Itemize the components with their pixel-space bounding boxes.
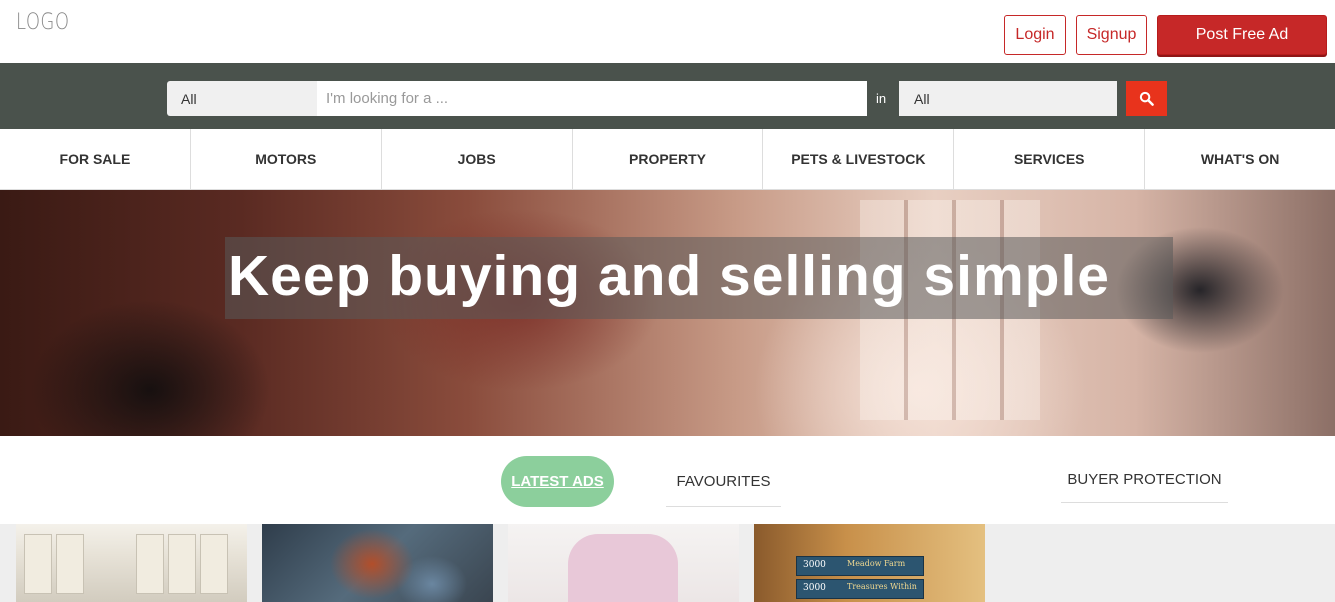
nav-item-services[interactable]: SERVICES [954, 129, 1146, 189]
category-select[interactable]: All [167, 81, 317, 116]
tab-latest-ads[interactable]: LATEST ADS [501, 456, 614, 507]
listing-image: 3000 Treasures Within [796, 579, 924, 599]
category-nav: FOR SALE MOTORS JOBS PROPERTY PETS & LIV… [0, 129, 1335, 190]
puzzle-count: 3000 [803, 583, 826, 593]
listing-image [262, 524, 493, 602]
listing-image [24, 534, 52, 594]
login-button[interactable]: Login [1004, 15, 1066, 55]
search-input[interactable] [317, 81, 867, 116]
post-free-ad-button[interactable]: Post Free Ad [1157, 15, 1327, 55]
nav-item-pets-livestock[interactable]: PETS & LIVESTOCK [763, 129, 955, 189]
listing-card[interactable] [262, 524, 493, 602]
listing-image [568, 534, 678, 602]
location-select[interactable]: All [899, 81, 1117, 116]
listing-image [168, 534, 196, 594]
nav-item-property[interactable]: PROPERTY [573, 129, 764, 189]
tab-buyer-protection[interactable]: BUYER PROTECTION [1061, 456, 1228, 503]
site-logo[interactable]: LOGO [16, 10, 69, 35]
puzzle-count: 3000 [803, 560, 826, 570]
nav-item-for-sale[interactable]: FOR SALE [0, 129, 191, 189]
listing-card[interactable] [16, 524, 247, 602]
search-bar: All in All [0, 63, 1335, 129]
listing-image [136, 534, 164, 594]
listing-tabs: LATEST ADS FAVOURITES BUYER PROTECTION [0, 436, 1335, 524]
in-label: in [876, 91, 887, 106]
listing-image [200, 534, 228, 594]
listing-grid: 3000 Meadow Farm 3000 Treasures Within [0, 524, 1335, 602]
listing-image [56, 534, 84, 594]
nav-item-whats-on[interactable]: WHAT'S ON [1145, 129, 1335, 189]
hero-title: Keep buying and selling simple [228, 244, 1110, 308]
site-header: LOGO Login Signup Post Free Ad [0, 0, 1335, 63]
nav-item-jobs[interactable]: JOBS [382, 129, 573, 189]
nav-item-motors[interactable]: MOTORS [191, 129, 382, 189]
search-icon [1139, 91, 1154, 106]
listing-image: 3000 Meadow Farm [796, 556, 924, 576]
puzzle-title: Treasures Within [847, 582, 917, 591]
hero-banner: Keep buying and selling simple [0, 190, 1335, 436]
listing-card[interactable] [508, 524, 739, 602]
tab-favourites[interactable]: FAVOURITES [666, 456, 781, 507]
listing-card[interactable]: 3000 Meadow Farm 3000 Treasures Within [754, 524, 985, 602]
signup-button[interactable]: Signup [1076, 15, 1147, 55]
puzzle-title: Meadow Farm [847, 559, 906, 568]
search-button[interactable] [1126, 81, 1167, 116]
